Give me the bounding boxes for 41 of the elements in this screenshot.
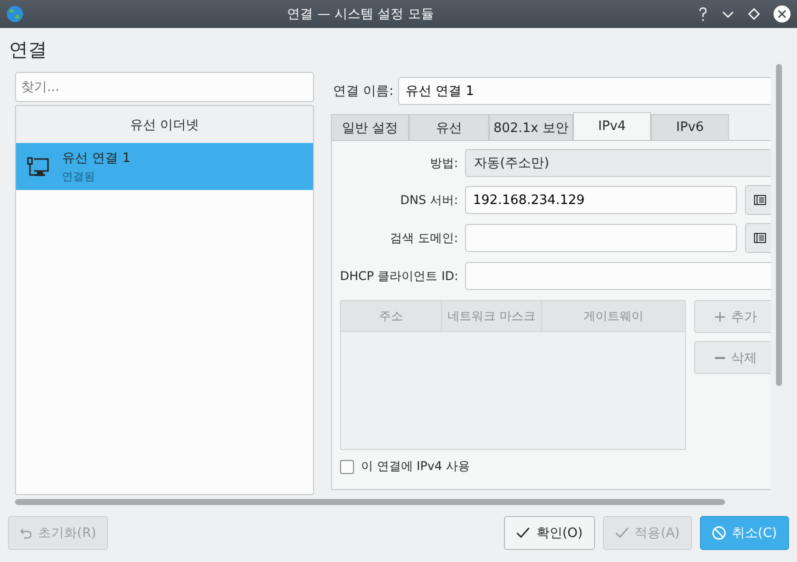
method-label: 방법:: [428, 154, 458, 172]
search-field[interactable]: 찾기...: [15, 72, 314, 102]
globe-icon: [6, 5, 24, 23]
connection-name: 유선 연결 1: [62, 150, 131, 167]
maximize-icon[interactable]: [747, 7, 761, 21]
undo-icon: [20, 527, 32, 539]
page-title: 연결: [8, 38, 48, 63]
dns-server-field[interactable]: 192.168.234.129: [465, 186, 737, 214]
connection-name-field[interactable]: 유선 연결 1: [398, 77, 771, 105]
checkmark-icon: [516, 527, 530, 539]
ok-button[interactable]: 확인(O): [504, 516, 595, 550]
tab[interactable]: IPv4: [573, 112, 651, 140]
connection-name-label: 연결 이름:: [333, 83, 394, 100]
vertical-scrollbar[interactable]: [776, 64, 782, 386]
dhcp-client-id-label: DHCP 클라이언트 ID:: [340, 268, 458, 284]
list-icon: [754, 233, 766, 243]
connection-status: 연결됨: [62, 169, 96, 184]
plus-icon: [715, 312, 725, 322]
connection-item[interactable]: 유선 연결 1 연결됨: [16, 143, 313, 190]
checkbox[interactable]: [340, 460, 354, 474]
method-dropdown[interactable]: 자동(주소만): [465, 149, 771, 177]
edit-list-button[interactable]: [745, 223, 771, 253]
edit-list-button[interactable]: [745, 185, 771, 215]
dhcp-client-id-field[interactable]: [465, 262, 771, 290]
list-icon: [754, 195, 766, 205]
tab[interactable]: 유선: [409, 114, 489, 140]
tab[interactable]: IPv6: [651, 114, 729, 140]
horizontal-scrollbar[interactable]: [15, 499, 725, 505]
search-domains-label: 검색 도메인:: [389, 230, 458, 247]
checkmark-icon: [614, 527, 629, 539]
window-title: 연결 — 시스템 설정 모듈: [286, 6, 435, 23]
dns-server-label: DNS 서버:: [399, 192, 458, 209]
wired-computer-icon: [26, 154, 50, 178]
cancel-icon: [712, 526, 726, 540]
help-icon[interactable]: [697, 6, 709, 22]
list-header: 유선 이더넷: [16, 106, 313, 143]
search-domains-field[interactable]: [465, 224, 737, 252]
checkbox-label: 이 연결에 IPv4 사용: [361, 458, 470, 475]
tab[interactable]: 802.1x 보안: [489, 114, 573, 140]
close-icon[interactable]: [773, 5, 791, 23]
tab[interactable]: 일반 설정: [331, 114, 409, 140]
